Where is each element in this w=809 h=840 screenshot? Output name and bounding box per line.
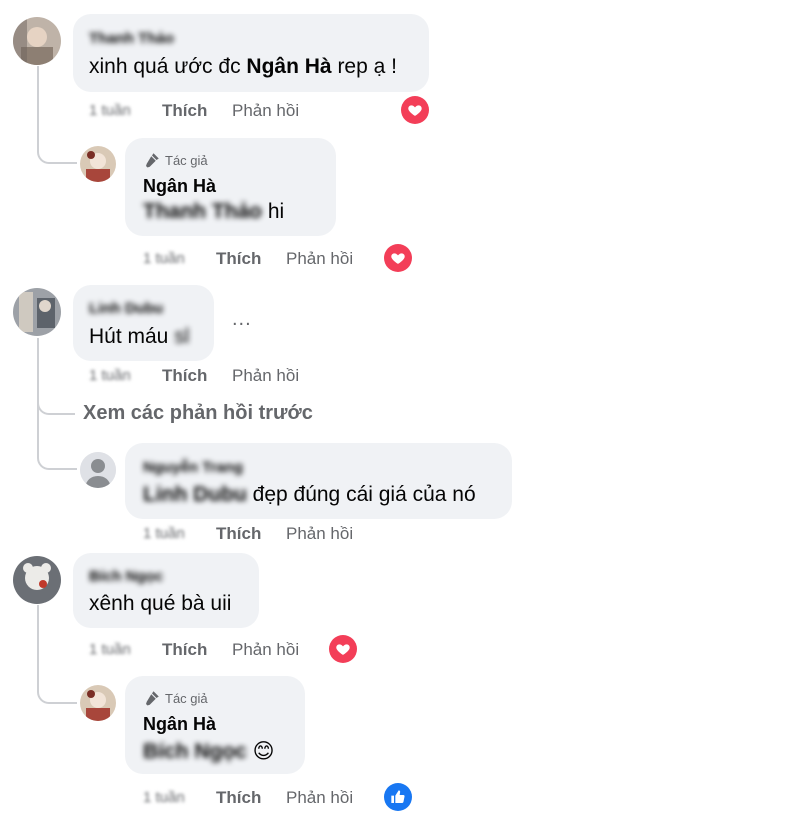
heart-icon[interactable] — [384, 244, 412, 272]
avatar[interactable] — [13, 17, 61, 65]
author-badge: Tác giả — [143, 689, 208, 707]
comment-time[interactable]: 1 tuần — [89, 367, 131, 384]
like-button[interactable]: Thích — [216, 524, 261, 544]
comment-bubble — [73, 14, 429, 92]
mention-name[interactable]: Linh Dubu — [143, 483, 247, 506]
avatar[interactable] — [80, 146, 116, 182]
microphone-icon — [146, 691, 159, 706]
comment-text: xinh quá ước đc Ngân Hà rep ạ ! — [89, 55, 397, 79]
comment-time[interactable]: 1 tuần — [143, 250, 185, 267]
heart-icon[interactable] — [329, 635, 357, 663]
comment-text-plain: Hút máu — [89, 325, 169, 348]
avatar[interactable] — [13, 288, 61, 336]
comment-text: xênh qué bà uii — [89, 592, 232, 615]
like-icon[interactable] — [384, 783, 412, 811]
reply-button[interactable]: Phản hồi — [286, 788, 353, 808]
author-badge: Tác giả — [143, 151, 208, 169]
more-options-button[interactable]: ... — [232, 308, 252, 331]
like-button[interactable]: Thích — [216, 249, 261, 269]
commenter-name[interactable]: Bích Ngọc — [89, 568, 163, 585]
like-button[interactable]: Thích — [162, 101, 207, 121]
avatar[interactable] — [80, 685, 116, 721]
comment-bubble — [125, 443, 512, 519]
microphone-icon — [146, 153, 159, 168]
author-label: Tác giả — [165, 152, 208, 168]
comment-time[interactable]: 1 tuần — [89, 641, 131, 658]
comment-text: Linh Dubu đẹp đúng cái giá của nó — [143, 483, 476, 507]
commenter-name[interactable]: Linh Dubu — [89, 300, 163, 317]
like-button[interactable]: Thích — [162, 640, 207, 660]
reply-button[interactable]: Phản hồi — [232, 366, 299, 386]
commenter-name[interactable]: Ngân Hà — [143, 176, 216, 197]
comment-text-tail: đẹp đúng cái giá của nó — [246, 483, 476, 506]
commenter-name[interactable]: Nguyễn Trang — [143, 459, 243, 476]
mention-name[interactable]: Bích Ngọc — [143, 740, 247, 763]
thread-connector — [37, 605, 77, 704]
comment-text-blurred: sl — [174, 325, 190, 348]
thread-connector — [37, 340, 75, 415]
mention-name[interactable]: Ngân Hà — [246, 55, 331, 78]
thread-connector — [37, 66, 77, 164]
comment-time[interactable]: 1 tuần — [143, 525, 185, 542]
comment-text-plain: xinh quá ước đc — [89, 55, 241, 78]
comment-text: Hút máu sl — [89, 325, 189, 349]
like-button[interactable]: Thích — [216, 788, 261, 808]
reply-button[interactable]: Phản hồi — [286, 249, 353, 269]
avatar[interactable] — [80, 452, 116, 488]
heart-icon[interactable] — [401, 96, 429, 124]
comment-time[interactable]: 1 tuần — [143, 789, 185, 806]
comment-text-tail: 😊 — [246, 740, 275, 763]
view-previous-replies[interactable]: Xem các phản hồi trước — [83, 402, 313, 425]
author-label: Tác giả — [165, 690, 208, 706]
comment-time[interactable]: 1 tuần — [89, 102, 131, 119]
comment-bubble — [73, 553, 259, 628]
commenter-name[interactable]: Ngân Hà — [143, 714, 216, 735]
reply-button[interactable]: Phản hồi — [232, 101, 299, 121]
mention-name[interactable]: Thanh Thảo — [143, 200, 262, 223]
comment-text-tail: rep ạ ! — [331, 55, 397, 78]
comment-text-tail: hi — [262, 200, 285, 223]
commenter-name[interactable]: Thanh Thảo — [89, 30, 174, 47]
comment-text: Bích Ngọc 😊 — [143, 739, 275, 764]
like-button[interactable]: Thích — [162, 366, 207, 386]
reply-button[interactable]: Phản hồi — [286, 524, 353, 544]
comment-bubble — [73, 285, 214, 361]
thread-connector — [37, 412, 77, 470]
avatar[interactable] — [13, 556, 61, 604]
reply-button[interactable]: Phản hồi — [232, 640, 299, 660]
comment-text: Thanh Thảo hi — [143, 200, 284, 224]
